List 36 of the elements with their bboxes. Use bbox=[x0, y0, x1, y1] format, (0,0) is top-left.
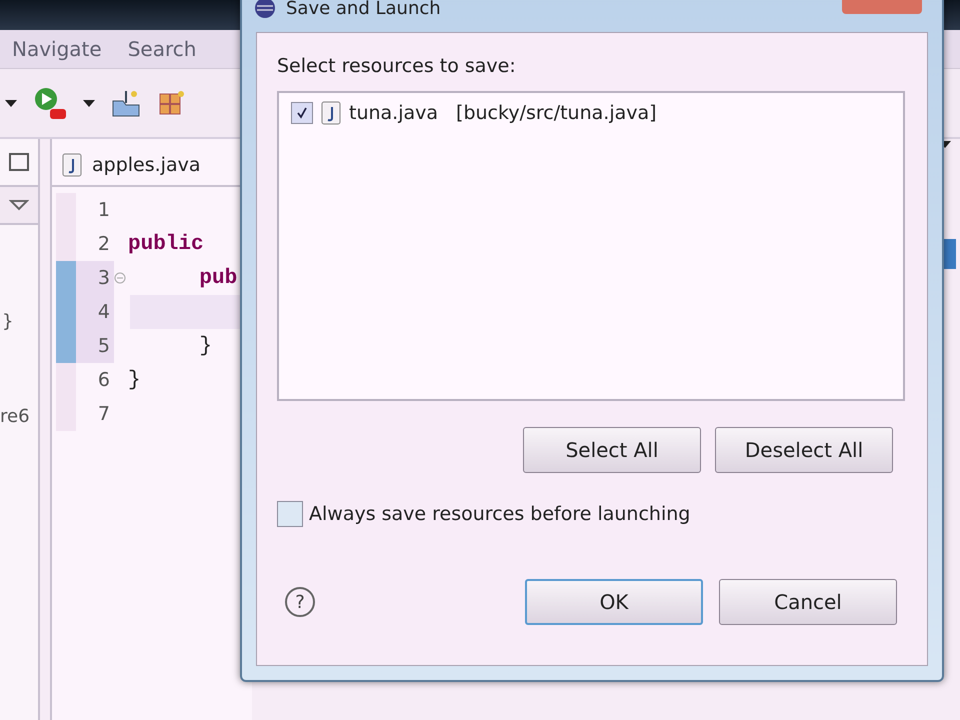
always-save-checkbox[interactable]: Always save resources before launching bbox=[277, 501, 690, 527]
line-number: 7 bbox=[96, 402, 111, 427]
view-menu-icon[interactable] bbox=[9, 199, 29, 211]
help-button[interactable]: ? bbox=[285, 587, 315, 617]
dropdown-arrow-icon[interactable] bbox=[4, 98, 18, 108]
checkbox[interactable] bbox=[277, 501, 303, 527]
run-icon[interactable] bbox=[32, 85, 68, 121]
line-number: 2 bbox=[96, 232, 111, 257]
code-text: } bbox=[199, 334, 212, 358]
editor-tab[interactable]: apples.java bbox=[52, 145, 210, 185]
code-text: } bbox=[128, 368, 141, 392]
checkbox[interactable] bbox=[291, 102, 313, 124]
tree-item-text: } bbox=[2, 311, 14, 332]
java-file-icon bbox=[321, 101, 341, 125]
line-number: 6 bbox=[96, 368, 111, 393]
code-text: public bbox=[128, 232, 204, 256]
dropdown-arrow-icon[interactable] bbox=[82, 98, 96, 108]
menu-item[interactable]: Search bbox=[128, 37, 196, 61]
ok-button[interactable]: OK bbox=[525, 579, 703, 625]
eclipse-icon bbox=[254, 0, 276, 19]
line-number: 3 bbox=[76, 261, 114, 295]
deselect-all-button[interactable]: Deselect All bbox=[715, 427, 893, 473]
prompt-label: Select resources to save: bbox=[277, 55, 517, 77]
line-number: 1 bbox=[96, 198, 111, 223]
menu-item[interactable]: Navigate bbox=[12, 37, 102, 61]
line-number: 5 bbox=[76, 329, 114, 363]
dialog-title: Save and Launch bbox=[286, 0, 441, 18]
line-number: 4 bbox=[76, 295, 114, 329]
code-text: pub bbox=[199, 266, 238, 290]
cancel-button[interactable]: Cancel bbox=[719, 579, 897, 625]
select-all-button[interactable]: Select All bbox=[523, 427, 701, 473]
check-icon bbox=[295, 106, 309, 120]
maximize-icon[interactable] bbox=[9, 153, 29, 171]
java-file-icon bbox=[62, 153, 82, 177]
tree-item-text: re6 bbox=[0, 406, 31, 427]
resource-item[interactable]: tuna.java [bucky/src/tuna.java] bbox=[291, 101, 891, 125]
